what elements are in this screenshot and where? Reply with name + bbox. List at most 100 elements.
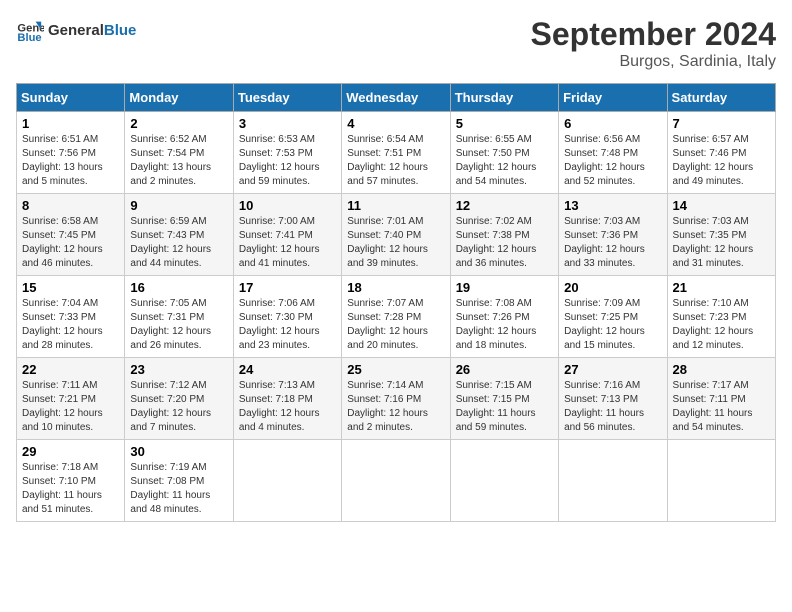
calendar-cell: 22 Sunrise: 7:11 AMSunset: 7:21 PMDaylig…	[17, 358, 125, 440]
week-row-3: 22 Sunrise: 7:11 AMSunset: 7:21 PMDaylig…	[17, 358, 776, 440]
day-info: Sunrise: 6:52 AMSunset: 7:54 PMDaylight:…	[130, 133, 227, 189]
day-info: Sunrise: 7:05 AMSunset: 7:31 PMDaylight:…	[130, 297, 227, 353]
day-number: 7	[673, 116, 770, 131]
calendar-cell: 10 Sunrise: 7:00 AMSunset: 7:41 PMDaylig…	[233, 194, 341, 276]
day-info: Sunrise: 7:10 AMSunset: 7:23 PMDaylight:…	[673, 297, 770, 353]
calendar-cell: 6 Sunrise: 6:56 AMSunset: 7:48 PMDayligh…	[559, 112, 667, 194]
logo-icon: General Blue	[16, 16, 44, 44]
day-number: 21	[673, 280, 770, 295]
calendar-cell: 13 Sunrise: 7:03 AMSunset: 7:36 PMDaylig…	[559, 194, 667, 276]
day-info: Sunrise: 6:59 AMSunset: 7:43 PMDaylight:…	[130, 215, 227, 271]
day-number: 24	[239, 362, 336, 377]
calendar-cell: 11 Sunrise: 7:01 AMSunset: 7:40 PMDaylig…	[342, 194, 450, 276]
day-info: Sunrise: 7:17 AMSunset: 7:11 PMDaylight:…	[673, 379, 770, 435]
day-info: Sunrise: 7:11 AMSunset: 7:21 PMDaylight:…	[22, 379, 119, 435]
logo-text: GeneralBlue	[48, 22, 136, 39]
col-friday: Friday	[559, 84, 667, 112]
calendar-cell	[450, 440, 558, 522]
calendar-cell: 4 Sunrise: 6:54 AMSunset: 7:51 PMDayligh…	[342, 112, 450, 194]
day-number: 17	[239, 280, 336, 295]
day-number: 23	[130, 362, 227, 377]
day-number: 3	[239, 116, 336, 131]
calendar-cell: 28 Sunrise: 7:17 AMSunset: 7:11 PMDaylig…	[667, 358, 775, 440]
day-info: Sunrise: 7:00 AMSunset: 7:41 PMDaylight:…	[239, 215, 336, 271]
day-info: Sunrise: 6:51 AMSunset: 7:56 PMDaylight:…	[22, 133, 119, 189]
day-info: Sunrise: 7:13 AMSunset: 7:18 PMDaylight:…	[239, 379, 336, 435]
day-number: 18	[347, 280, 444, 295]
header-area: General Blue GeneralBlue September 2024 …	[16, 16, 776, 71]
day-info: Sunrise: 7:07 AMSunset: 7:28 PMDaylight:…	[347, 297, 444, 353]
calendar-cell: 1 Sunrise: 6:51 AMSunset: 7:56 PMDayligh…	[17, 112, 125, 194]
column-headers: Sunday Monday Tuesday Wednesday Thursday…	[17, 84, 776, 112]
col-wednesday: Wednesday	[342, 84, 450, 112]
calendar-table: Sunday Monday Tuesday Wednesday Thursday…	[16, 83, 776, 522]
calendar-cell: 23 Sunrise: 7:12 AMSunset: 7:20 PMDaylig…	[125, 358, 233, 440]
day-info: Sunrise: 7:04 AMSunset: 7:33 PMDaylight:…	[22, 297, 119, 353]
week-row-2: 15 Sunrise: 7:04 AMSunset: 7:33 PMDaylig…	[17, 276, 776, 358]
calendar-cell: 21 Sunrise: 7:10 AMSunset: 7:23 PMDaylig…	[667, 276, 775, 358]
day-number: 4	[347, 116, 444, 131]
day-info: Sunrise: 7:01 AMSunset: 7:40 PMDaylight:…	[347, 215, 444, 271]
day-info: Sunrise: 6:54 AMSunset: 7:51 PMDaylight:…	[347, 133, 444, 189]
calendar-cell	[559, 440, 667, 522]
day-number: 10	[239, 198, 336, 213]
day-number: 11	[347, 198, 444, 213]
day-number: 5	[456, 116, 553, 131]
calendar-cell: 12 Sunrise: 7:02 AMSunset: 7:38 PMDaylig…	[450, 194, 558, 276]
day-number: 13	[564, 198, 661, 213]
calendar-cell: 30 Sunrise: 7:19 AMSunset: 7:08 PMDaylig…	[125, 440, 233, 522]
col-saturday: Saturday	[667, 84, 775, 112]
day-number: 8	[22, 198, 119, 213]
day-number: 1	[22, 116, 119, 131]
day-number: 12	[456, 198, 553, 213]
day-number: 2	[130, 116, 227, 131]
title-block: September 2024 Burgos, Sardinia, Italy	[531, 16, 776, 71]
day-number: 15	[22, 280, 119, 295]
week-row-1: 8 Sunrise: 6:58 AMSunset: 7:45 PMDayligh…	[17, 194, 776, 276]
calendar-cell: 17 Sunrise: 7:06 AMSunset: 7:30 PMDaylig…	[233, 276, 341, 358]
day-number: 16	[130, 280, 227, 295]
calendar-cell: 29 Sunrise: 7:18 AMSunset: 7:10 PMDaylig…	[17, 440, 125, 522]
day-info: Sunrise: 7:14 AMSunset: 7:16 PMDaylight:…	[347, 379, 444, 435]
calendar-cell: 7 Sunrise: 6:57 AMSunset: 7:46 PMDayligh…	[667, 112, 775, 194]
day-info: Sunrise: 6:56 AMSunset: 7:48 PMDaylight:…	[564, 133, 661, 189]
svg-text:Blue: Blue	[17, 32, 41, 44]
day-number: 26	[456, 362, 553, 377]
week-row-4: 29 Sunrise: 7:18 AMSunset: 7:10 PMDaylig…	[17, 440, 776, 522]
calendar-cell: 16 Sunrise: 7:05 AMSunset: 7:31 PMDaylig…	[125, 276, 233, 358]
calendar-cell: 20 Sunrise: 7:09 AMSunset: 7:25 PMDaylig…	[559, 276, 667, 358]
calendar-cell: 14 Sunrise: 7:03 AMSunset: 7:35 PMDaylig…	[667, 194, 775, 276]
location-title: Burgos, Sardinia, Italy	[531, 53, 776, 71]
day-info: Sunrise: 6:53 AMSunset: 7:53 PMDaylight:…	[239, 133, 336, 189]
calendar-cell: 5 Sunrise: 6:55 AMSunset: 7:50 PMDayligh…	[450, 112, 558, 194]
day-info: Sunrise: 7:19 AMSunset: 7:08 PMDaylight:…	[130, 461, 227, 517]
calendar-cell: 25 Sunrise: 7:14 AMSunset: 7:16 PMDaylig…	[342, 358, 450, 440]
day-info: Sunrise: 6:58 AMSunset: 7:45 PMDaylight:…	[22, 215, 119, 271]
day-number: 20	[564, 280, 661, 295]
calendar-cell: 2 Sunrise: 6:52 AMSunset: 7:54 PMDayligh…	[125, 112, 233, 194]
calendar-cell: 15 Sunrise: 7:04 AMSunset: 7:33 PMDaylig…	[17, 276, 125, 358]
calendar-cell	[667, 440, 775, 522]
day-info: Sunrise: 6:55 AMSunset: 7:50 PMDaylight:…	[456, 133, 553, 189]
day-number: 29	[22, 444, 119, 459]
day-info: Sunrise: 7:03 AMSunset: 7:35 PMDaylight:…	[673, 215, 770, 271]
day-number: 30	[130, 444, 227, 459]
day-info: Sunrise: 6:57 AMSunset: 7:46 PMDaylight:…	[673, 133, 770, 189]
calendar-cell: 3 Sunrise: 6:53 AMSunset: 7:53 PMDayligh…	[233, 112, 341, 194]
day-info: Sunrise: 7:08 AMSunset: 7:26 PMDaylight:…	[456, 297, 553, 353]
day-number: 22	[22, 362, 119, 377]
calendar-cell: 9 Sunrise: 6:59 AMSunset: 7:43 PMDayligh…	[125, 194, 233, 276]
logo: General Blue GeneralBlue	[16, 16, 136, 44]
day-info: Sunrise: 7:03 AMSunset: 7:36 PMDaylight:…	[564, 215, 661, 271]
day-number: 25	[347, 362, 444, 377]
day-number: 6	[564, 116, 661, 131]
col-monday: Monday	[125, 84, 233, 112]
calendar-cell: 8 Sunrise: 6:58 AMSunset: 7:45 PMDayligh…	[17, 194, 125, 276]
day-info: Sunrise: 7:02 AMSunset: 7:38 PMDaylight:…	[456, 215, 553, 271]
col-tuesday: Tuesday	[233, 84, 341, 112]
day-info: Sunrise: 7:12 AMSunset: 7:20 PMDaylight:…	[130, 379, 227, 435]
day-number: 27	[564, 362, 661, 377]
week-row-0: 1 Sunrise: 6:51 AMSunset: 7:56 PMDayligh…	[17, 112, 776, 194]
col-sunday: Sunday	[17, 84, 125, 112]
day-number: 19	[456, 280, 553, 295]
